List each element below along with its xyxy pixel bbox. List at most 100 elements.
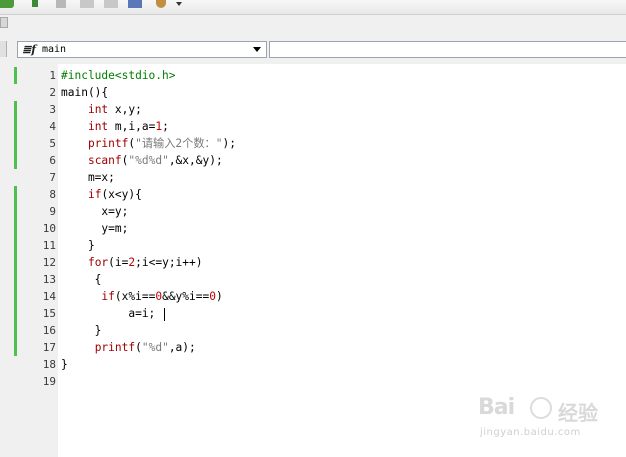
line-number: 13: [42, 273, 56, 286]
code-token: &&y%i==: [162, 290, 210, 303]
window-icon[interactable]: [128, 0, 142, 8]
change-marker: [14, 101, 17, 169]
code-token: 0: [209, 290, 216, 303]
code-line[interactable]: [61, 373, 621, 390]
code-line[interactable]: a=i;: [61, 305, 621, 322]
line-number: 9: [49, 205, 56, 218]
code-line[interactable]: printf("%d",a);: [61, 339, 621, 356]
code-line[interactable]: main(){: [61, 84, 621, 101]
code-token: "请输入2个数：": [135, 137, 223, 150]
outdent-icon[interactable]: [104, 0, 118, 8]
code-line[interactable]: y=m;: [61, 220, 621, 237]
code-line[interactable]: }: [61, 356, 621, 373]
code-line[interactable]: #include<stdio.h>: [61, 67, 621, 84]
chevron-down-icon[interactable]: [249, 43, 265, 56]
code-token: }: [61, 358, 68, 371]
watermark-logo: Bai: [478, 395, 515, 420]
paw-icon: [530, 397, 552, 419]
code-token: (x<y){: [101, 188, 142, 201]
code-token: x,y;: [108, 103, 142, 116]
text-caret: [164, 307, 166, 321]
stop-icon[interactable]: [56, 0, 66, 8]
change-marker: [14, 186, 17, 254]
line-number: 11: [42, 239, 56, 252]
line-number: 2: [49, 86, 56, 99]
code-token: if: [87, 188, 102, 201]
code-line[interactable]: m=x;: [61, 169, 621, 186]
side-panel-handle[interactable]: [0, 17, 8, 28]
code-token: y=m;: [61, 222, 129, 235]
code-line[interactable]: if(x%i==0&&y%i==0): [61, 288, 621, 305]
code-token: printf: [94, 341, 136, 354]
code-line[interactable]: printf("请输入2个数：");: [61, 135, 621, 152]
code-line[interactable]: {: [61, 271, 621, 288]
code-token: }: [61, 324, 102, 337]
code-text[interactable]: #include<stdio.h> main(){ int x,y; int m,…: [61, 67, 621, 390]
line-number: 8: [49, 188, 56, 201]
code-line[interactable]: scanf("%d%d",&x,&y);: [61, 152, 621, 169]
code-token: printf: [87, 137, 129, 150]
code-token: ;: [162, 120, 169, 133]
code-token: a=i;: [61, 307, 163, 320]
panel-splitter[interactable]: [0, 41, 7, 57]
code-line[interactable]: for(i=2;i<=y;i++): [61, 254, 621, 271]
line-number: 16: [42, 324, 56, 337]
line-number: 17: [42, 341, 56, 354]
change-marker: [14, 67, 17, 84]
watermark-text: 经验: [558, 401, 598, 425]
line-number: 6: [49, 154, 56, 167]
toolbar: [0, 0, 626, 15]
code-token: (x%i==: [114, 290, 156, 303]
line-number: 3: [49, 103, 56, 116]
code-line[interactable]: }: [61, 237, 621, 254]
line-number: 1: [49, 69, 56, 82]
line-number: 12: [42, 256, 56, 269]
code-line[interactable]: int m,i,a=1;: [61, 118, 621, 135]
symbol-combo[interactable]: [269, 41, 626, 58]
code-token: for: [87, 256, 109, 269]
line-number: 5: [49, 137, 56, 150]
code-token: );: [222, 137, 236, 150]
code-token: (: [135, 341, 142, 354]
code-token: }: [61, 239, 95, 252]
line-number: 19: [42, 375, 56, 388]
code-token: int: [87, 103, 109, 116]
settings-icon[interactable]: [156, 0, 166, 8]
line-number-gutter: 1 2 3 4 5 6 7 8 9 10 11 12 13 14 15 16 17 18 19: [14, 64, 58, 457]
function-combo[interactable]: ≣f main: [17, 41, 267, 58]
line-number: 14: [42, 290, 56, 303]
code-token: "%d": [141, 341, 169, 354]
code-token: ,a);: [168, 341, 196, 354]
line-number: 18: [42, 358, 56, 371]
run-icon[interactable]: [32, 0, 38, 7]
indent-icon[interactable]: [80, 0, 94, 8]
change-marker: [14, 254, 17, 356]
code-token: m,i,a=: [108, 120, 156, 133]
code-token: {: [61, 273, 102, 286]
dropdown-icon[interactable]: [176, 2, 182, 6]
build-icon[interactable]: [0, 0, 14, 8]
code-token: ): [215, 290, 223, 303]
baidu-watermark: Bai 经验 jingyan.baidu.com: [478, 395, 618, 441]
code-line[interactable]: int x,y;: [61, 101, 621, 118]
line-number: 15: [42, 307, 56, 320]
code-token: m=x;: [61, 171, 115, 184]
code-token: x=y;: [61, 205, 129, 218]
watermark-url: jingyan.baidu.com: [480, 427, 581, 438]
code-token: int: [87, 120, 109, 133]
line-numbers: 1 2 3 4 5 6 7 8 9 10 11 12 13 14 15 16 17 18 19: [18, 67, 56, 390]
code-line[interactable]: x=y;: [61, 203, 621, 220]
code-line[interactable]: }: [61, 322, 621, 339]
code-token: ;i<=y;i++): [135, 256, 203, 269]
code-token: if: [101, 290, 115, 303]
code-line[interactable]: if(x<y){: [61, 186, 621, 203]
code-token: (i=: [108, 256, 129, 269]
